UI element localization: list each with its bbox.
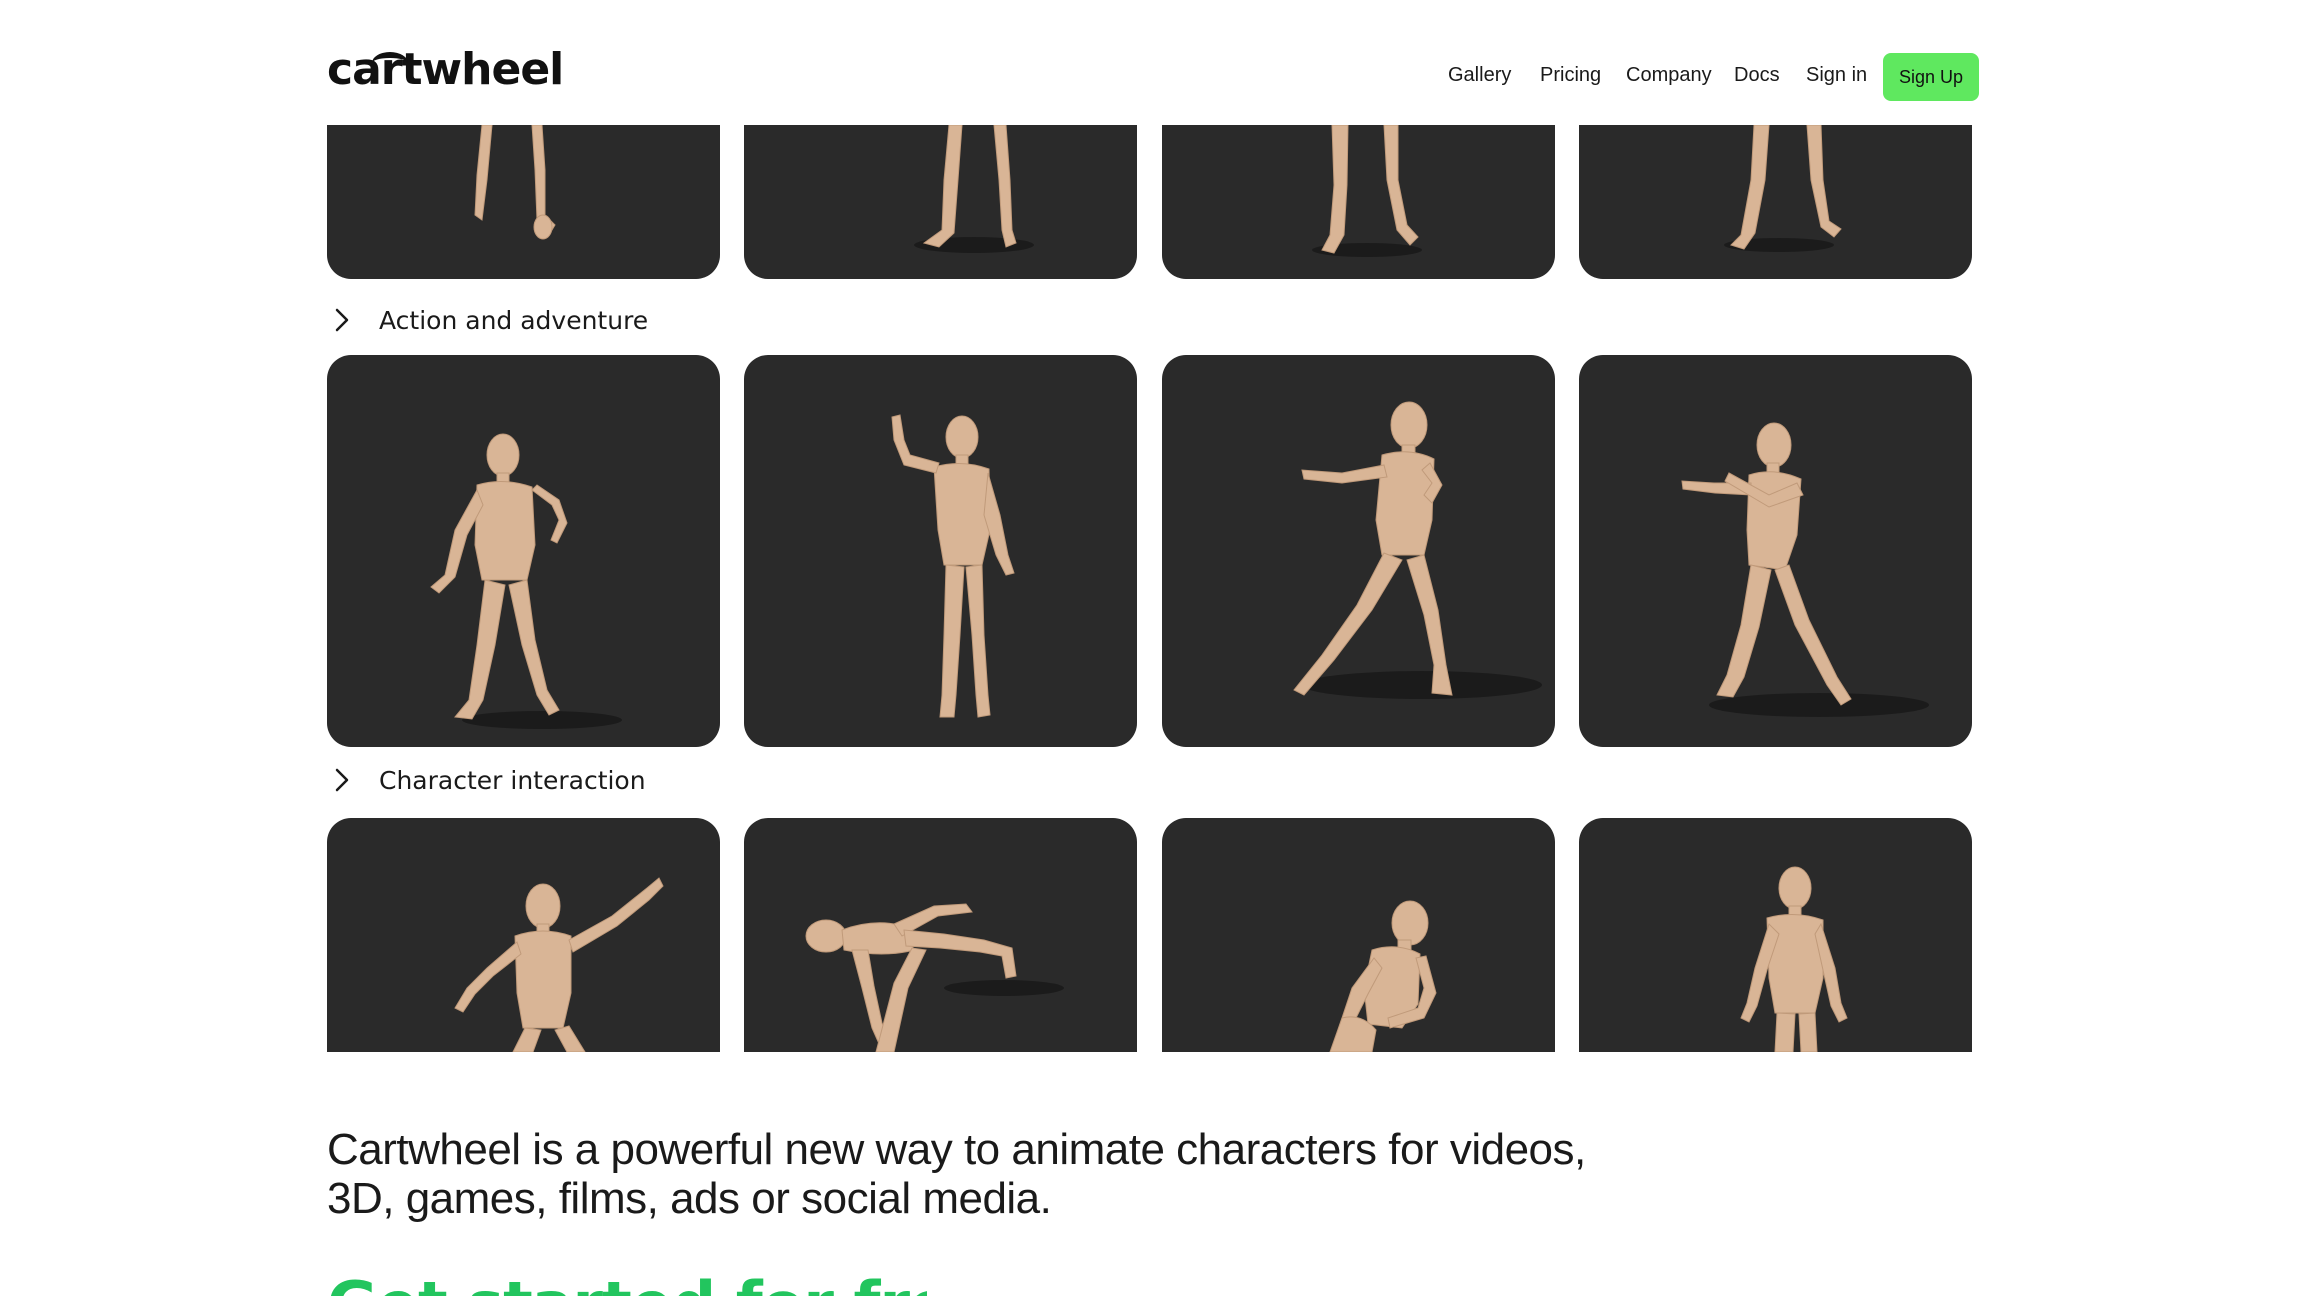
mannequin-figure bbox=[914, 125, 1034, 253]
section-header-action-adventure[interactable]: Action and adventure bbox=[327, 300, 648, 340]
mannequin-figure bbox=[891, 414, 1015, 718]
section-title: Character interaction bbox=[379, 765, 646, 795]
animation-thumbnail[interactable] bbox=[327, 125, 720, 279]
animation-thumbnail[interactable] bbox=[1579, 818, 1972, 1052]
chevron-right-icon bbox=[335, 308, 349, 332]
get-started-link[interactable]: Get started for free bbox=[327, 1268, 927, 1296]
site-header: cartwheel Gallery Pricing Company Docs S… bbox=[0, 0, 2304, 125]
logo-arc-mark bbox=[372, 52, 408, 74]
mannequin-figure bbox=[474, 125, 556, 240]
mannequin-figure bbox=[1312, 125, 1422, 257]
hero-tagline: Cartwheel is a powerful new way to anima… bbox=[327, 1125, 1586, 1223]
section-title: Action and adventure bbox=[379, 305, 649, 335]
chevron-right-icon bbox=[335, 768, 349, 792]
animation-thumbnail[interactable] bbox=[1162, 818, 1555, 1052]
nav-pricing[interactable]: Pricing bbox=[1540, 64, 1601, 87]
nav-gallery[interactable]: Gallery bbox=[1448, 64, 1511, 87]
animation-thumbnail[interactable] bbox=[1162, 355, 1555, 747]
mannequin-figure bbox=[1329, 900, 1437, 1052]
mannequin-figure bbox=[454, 877, 664, 1052]
animation-thumbnail[interactable] bbox=[744, 355, 1137, 747]
mannequin-figure bbox=[805, 903, 1064, 1052]
mannequin-figure bbox=[1681, 422, 1929, 717]
mannequin-figure bbox=[1740, 866, 1848, 1052]
animation-thumbnail[interactable] bbox=[327, 355, 720, 747]
nav-sign-in[interactable]: Sign in bbox=[1806, 64, 1867, 87]
cartwheel-logo[interactable]: cartwheel bbox=[327, 48, 564, 92]
mannequin-figure bbox=[430, 433, 622, 729]
mannequin-figure bbox=[1293, 401, 1542, 699]
section-header-character-interaction[interactable]: Character interaction bbox=[327, 760, 646, 800]
nav-company[interactable]: Company bbox=[1626, 64, 1712, 87]
animation-thumbnail[interactable] bbox=[1579, 125, 1972, 279]
sign-up-button[interactable]: Sign Up bbox=[1883, 53, 1979, 101]
nav-docs[interactable]: Docs bbox=[1734, 64, 1780, 87]
animation-thumbnail[interactable] bbox=[327, 818, 720, 1052]
animation-thumbnail[interactable] bbox=[744, 818, 1137, 1052]
mannequin-figure bbox=[1724, 125, 1842, 252]
animation-thumbnail[interactable] bbox=[1579, 355, 1972, 747]
animation-thumbnail[interactable] bbox=[1162, 125, 1555, 279]
animation-thumbnail[interactable] bbox=[744, 125, 1137, 279]
get-started-label: Get started for free bbox=[327, 1268, 927, 1296]
